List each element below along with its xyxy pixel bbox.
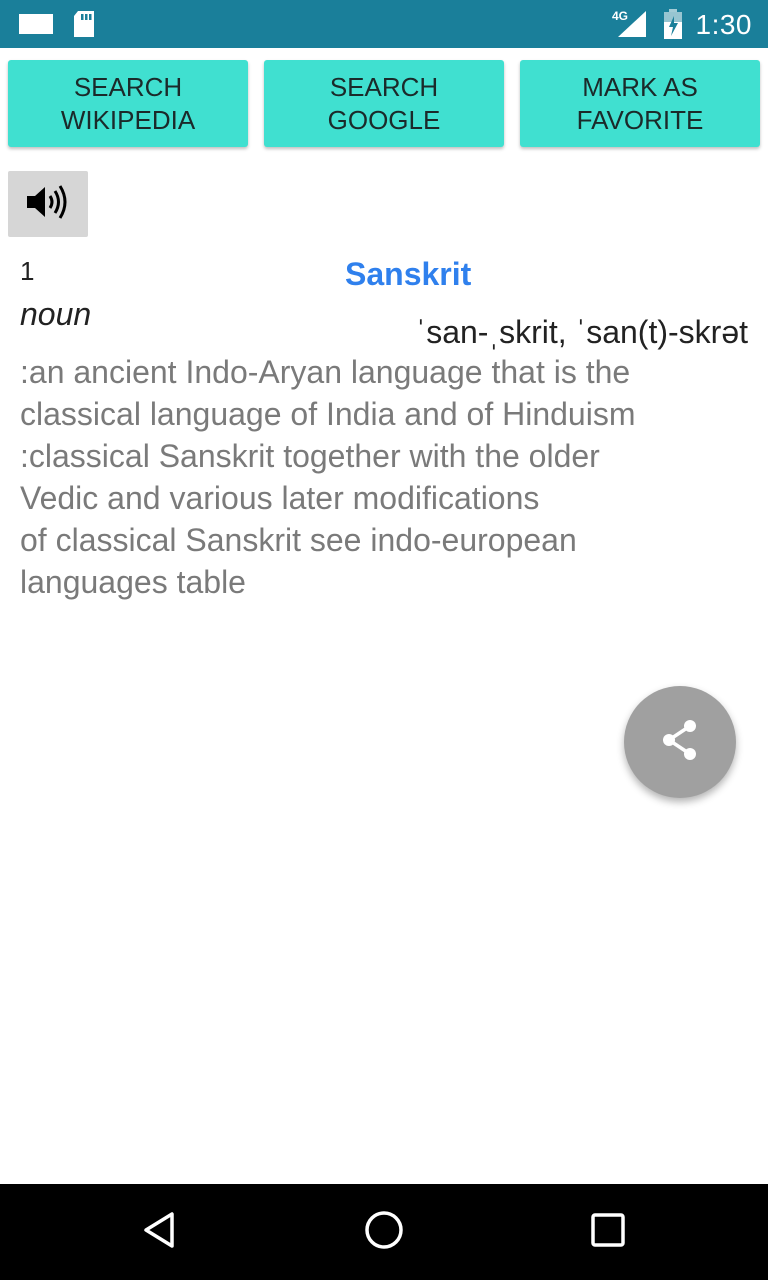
recents-button[interactable] xyxy=(584,1208,632,1256)
signal-icon xyxy=(616,10,648,43)
mark-as-favorite-button[interactable]: MARK AS FAVORITE xyxy=(520,60,760,147)
search-wikipedia-button[interactable]: SEARCH WIKIPEDIA xyxy=(8,60,248,147)
home-icon xyxy=(363,1209,405,1256)
navigation-bar xyxy=(0,1184,768,1280)
play-pronunciation-button[interactable] xyxy=(8,171,88,237)
battery-icon xyxy=(662,8,684,45)
share-icon xyxy=(660,718,700,767)
notification-icon xyxy=(18,12,54,41)
dictionary-entry-screen: SEARCH WIKIPEDIA SEARCH GOOGLE MARK AS F… xyxy=(0,48,768,1184)
search-google-button[interactable]: SEARCH GOOGLE xyxy=(264,60,504,147)
back-icon xyxy=(140,1210,180,1255)
share-button[interactable] xyxy=(624,686,736,798)
part-of-speech: noun xyxy=(20,296,92,332)
back-button[interactable] xyxy=(136,1208,184,1256)
pronunciation: ˈsan-ˌskrit, ˈsan(t)-skrət xyxy=(415,314,748,350)
status-bar: 4G 1:30 xyxy=(0,0,768,48)
definition-line: :an ancient Indo-Aryan language that is … xyxy=(20,354,631,390)
definition-line: languages table xyxy=(20,564,246,600)
definition-line: classical language of India and of Hindu… xyxy=(20,396,636,432)
definition-line: :classical Sanskrit together with the ol… xyxy=(20,438,600,474)
definition-line: of classical Sanskrit see indo-european xyxy=(20,522,577,558)
definition-text: :an ancient Indo-Aryan language that is … xyxy=(20,351,750,603)
sense-number: 1 xyxy=(20,256,35,286)
recents-icon xyxy=(589,1211,627,1254)
sd-card-icon xyxy=(72,10,96,43)
definition-line: Vedic and various later modifications xyxy=(20,480,540,516)
speaker-icon xyxy=(25,183,71,226)
home-button[interactable] xyxy=(360,1208,408,1256)
clock: 1:30 xyxy=(695,9,752,40)
headword: Sanskrit xyxy=(345,256,472,292)
